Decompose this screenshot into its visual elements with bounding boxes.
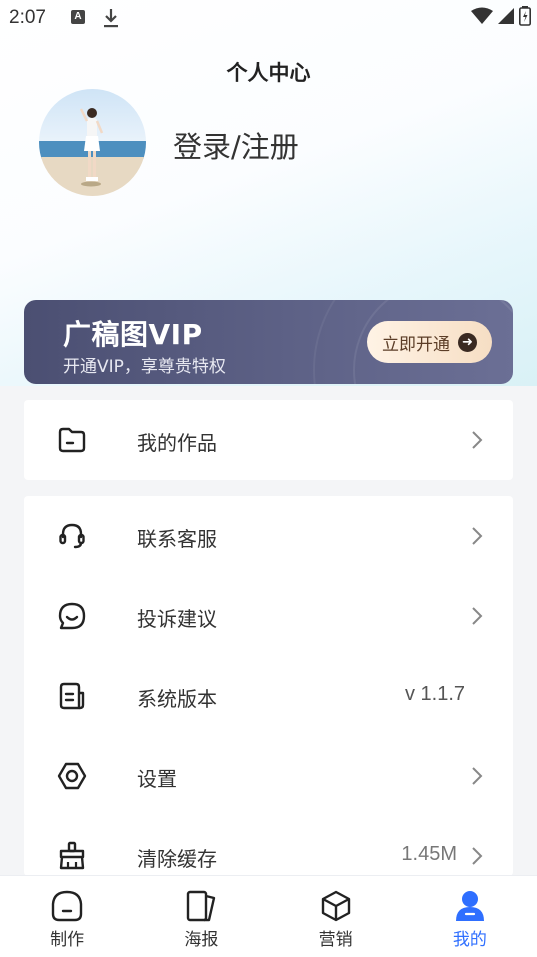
page-title: 个人中心 (226, 61, 311, 85)
user-icon (455, 891, 484, 921)
create-icon (51, 890, 83, 922)
status-bar: 2:07 A (0, 0, 537, 36)
chevron-right-icon (472, 607, 483, 625)
menu-label: 联系客服 (137, 527, 217, 551)
bottom-tab-bar: 制作 海报 营销 我的 (0, 875, 537, 957)
menu-row-contact-support[interactable]: 联系客服 (24, 496, 513, 576)
menu-label: 投诉建议 (137, 607, 217, 631)
tab-poster[interactable]: 海报 (134, 876, 268, 957)
menu-row-feedback[interactable]: 投诉建议 (24, 576, 513, 656)
download-icon (104, 9, 118, 28)
vip-activate-label: 立即开通 (382, 334, 450, 355)
battery-icon (519, 6, 531, 26)
broom-icon (59, 841, 85, 870)
settings-card: 联系客服 投诉建议 系统版本 v 1.1.7 设置 清除缓存 1.45M (24, 496, 513, 876)
folder-icon (58, 427, 86, 453)
tab-label: 营销 (318, 930, 353, 950)
arrow-right-icon: ➜ (458, 332, 477, 352)
vip-subtitle: 开通VIP，享尊贵特权 (63, 357, 226, 377)
menu-row-settings[interactable]: 设置 (24, 736, 513, 816)
menu-label: 系统版本 (137, 687, 217, 711)
menu-label: 设置 (137, 767, 177, 791)
notification-a-icon: A (71, 10, 85, 24)
cache-size-value: 1.45M (401, 843, 457, 865)
tab-create[interactable]: 制作 (0, 876, 134, 957)
menu-row-clear-cache[interactable]: 清除缓存 1.45M (24, 816, 513, 876)
headset-icon (59, 523, 85, 549)
login-register-link[interactable]: 登录/注册 (173, 124, 299, 166)
chevron-right-icon (472, 431, 483, 449)
version-value: v 1.1.7 (404, 683, 465, 705)
tab-marketing[interactable]: 营销 (269, 876, 403, 957)
chat-smile-icon (58, 602, 86, 630)
menu-label: 清除缓存 (137, 847, 217, 871)
avatar-image (39, 89, 146, 196)
vip-banner[interactable]: 广稿图VIP 开通VIP，享尊贵特权 立即开通 ➜ (24, 300, 513, 384)
works-card: 我的作品 (24, 400, 513, 480)
tab-mine[interactable]: 我的 (403, 876, 537, 957)
menu-row-version[interactable]: 系统版本 v 1.1.7 (24, 656, 513, 736)
menu-row-my-works[interactable]: 我的作品 (24, 400, 513, 480)
poster-icon (187, 890, 216, 922)
wifi-icon (471, 7, 493, 24)
settings-hex-icon (57, 762, 87, 790)
chevron-right-icon (472, 527, 483, 545)
status-time: 2:07 (9, 7, 46, 28)
menu-label: 我的作品 (137, 431, 217, 455)
tab-label: 海报 (184, 930, 219, 950)
chevron-right-icon (472, 767, 483, 785)
tab-label: 我的 (452, 930, 487, 950)
avatar[interactable] (39, 89, 146, 196)
chevron-right-icon (472, 847, 483, 865)
tab-label: 制作 (50, 930, 85, 950)
cube-icon (321, 890, 350, 922)
signal-icon (498, 8, 514, 24)
document-icon (59, 682, 85, 710)
vip-activate-button[interactable]: 立即开通 ➜ (367, 321, 492, 363)
vip-title: 广稿图VIP (63, 318, 203, 351)
